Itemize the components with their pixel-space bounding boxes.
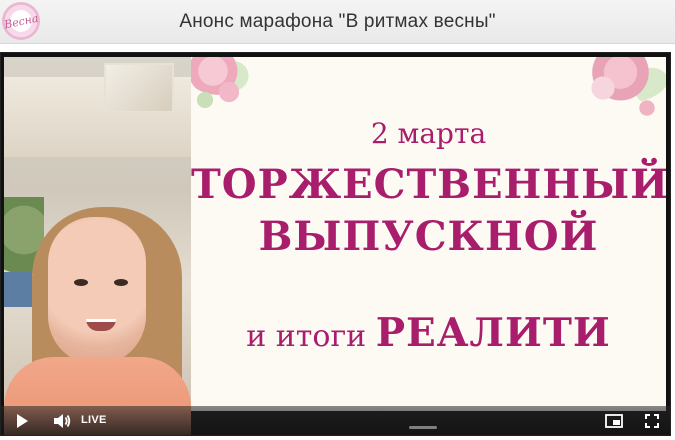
background-vase (4, 272, 32, 307)
logo-text: Весна (2, 11, 40, 31)
slide-heading-1: ТОРЖЕСТВЕННЫЙ (191, 161, 666, 208)
scrub-handle[interactable] (409, 426, 437, 429)
presentation-slide: 2 марта ТОРЖЕСТВЕННЫЙ ВЫПУСКНОЙ и итоги … (191, 57, 666, 411)
presenter-eye-left (74, 279, 88, 286)
presenter-face (48, 217, 146, 365)
page-header: Весна Анонс марафона "В ритмах весны" (0, 0, 675, 44)
slide-date: 2 марта (370, 117, 487, 150)
slide-subheading-bold: РЕАЛИТИ (375, 310, 611, 356)
background-picture (104, 63, 174, 113)
presenter-eye-right (114, 279, 128, 286)
logo: Весна (2, 2, 40, 40)
fullscreen-icon[interactable] (637, 406, 667, 435)
slide-subheading-prefix: и итоги (246, 319, 376, 354)
live-badge: LIVE (81, 414, 107, 426)
webcam-feed (4, 57, 191, 435)
page-title: Анонс марафона "В ритмах весны" (179, 10, 496, 32)
video-player[interactable]: 2 марта ТОРЖЕСТВЕННЫЙ ВЫПУСКНОЙ и итоги … (0, 52, 671, 436)
slide-subheading: и итоги РЕАЛИТИ (191, 310, 666, 356)
play-icon[interactable] (7, 406, 37, 435)
flower-decoration (634, 97, 660, 119)
flower-decoration (580, 71, 626, 105)
slide-heading-2: ВЫПУСКНОЙ (258, 213, 599, 260)
flower-decoration (191, 89, 219, 111)
player-controls: LIVE (1, 406, 670, 435)
picture-in-picture-icon[interactable] (599, 406, 629, 435)
volume-icon[interactable] (47, 406, 77, 435)
